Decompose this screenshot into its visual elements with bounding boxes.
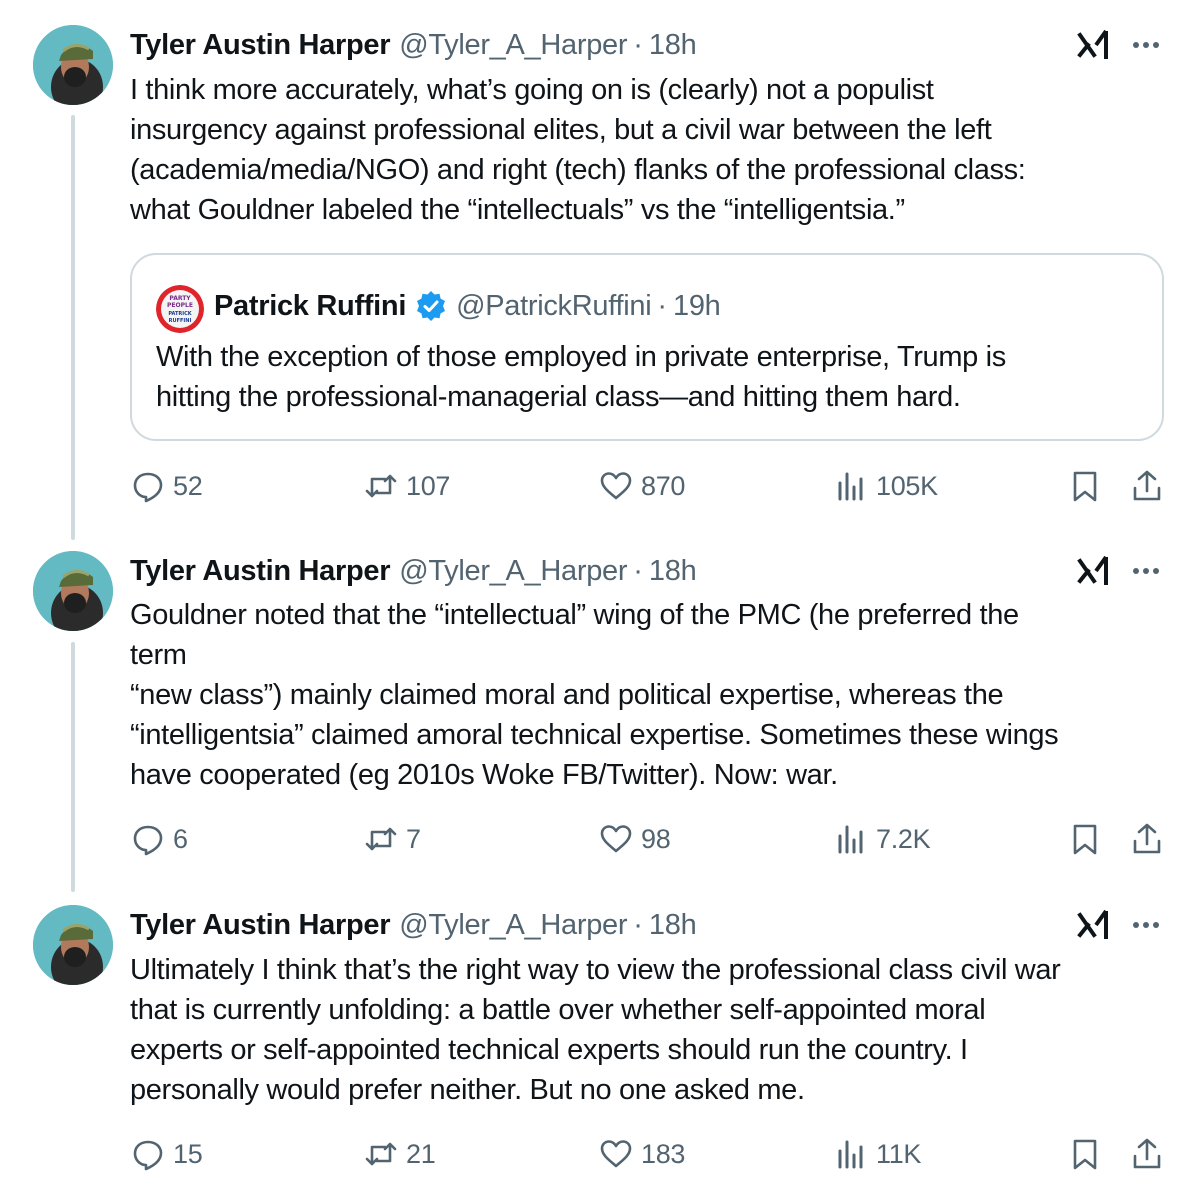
avatar-text-4: RUFFINI [169, 318, 192, 324]
author-name[interactable]: Tyler Austin Harper [130, 909, 391, 942]
avatar-image [33, 551, 113, 631]
repost-button[interactable]: 7 [364, 819, 421, 859]
views-icon [838, 472, 863, 501]
author-handle[interactable]: @Tyler_A_Harper [399, 555, 627, 588]
quote-tweet[interactable]: PARTY PEOPLE PATRICK RUFFINI Patrick Ruf… [130, 253, 1164, 441]
reply-button[interactable]: 52 [131, 466, 203, 506]
tweet-text: Ultimately I think that’s the right way … [130, 954, 1061, 1106]
share-icon[interactable] [1130, 469, 1164, 503]
like-button[interactable]: 870 [599, 466, 685, 506]
bookmark-icon[interactable] [1068, 1137, 1102, 1171]
avatar[interactable] [33, 551, 113, 631]
repost-count: 107 [406, 470, 451, 501]
tweet-header: Tyler Austin Harper @Tyler_A_Harper · 18… [130, 908, 697, 942]
avatar-text-2: PEOPLE [167, 302, 193, 309]
timestamp[interactable]: 18h [649, 29, 697, 62]
like-count: 98 [641, 823, 671, 854]
heart-icon [600, 825, 632, 853]
avatar-text-3: PATRICK [168, 311, 192, 317]
reply-button[interactable]: 6 [131, 819, 188, 859]
separator-dot: · [633, 28, 643, 61]
action-bar: 52 107 870 105K [0, 466, 1194, 506]
repost-count: 21 [406, 1138, 436, 1169]
views-icon [838, 825, 863, 854]
avatar-image [33, 25, 113, 105]
repost-icon [365, 474, 397, 498]
reply-button[interactable]: 15 [131, 1134, 203, 1174]
bookmark-icon[interactable] [1068, 469, 1102, 503]
tweet[interactable]: Tyler Austin Harper @Tyler_A_Harper · 18… [0, 0, 1194, 540]
share-icon[interactable] [1130, 1137, 1164, 1171]
views-button[interactable]: 11K [834, 1134, 921, 1174]
avatar[interactable] [33, 25, 113, 105]
like-count: 183 [641, 1138, 686, 1169]
grok-icon[interactable] [1076, 553, 1112, 589]
share-icon[interactable] [1130, 822, 1164, 856]
like-count: 870 [641, 470, 686, 501]
verified-badge-icon [417, 291, 446, 321]
author-handle[interactable]: @Tyler_A_Harper [399, 909, 627, 942]
repost-icon [365, 827, 397, 851]
repost-button[interactable]: 21 [364, 1134, 436, 1174]
quote-timestamp: 19h [673, 289, 721, 322]
quote-author-name: Patrick Ruffini [214, 289, 407, 322]
views-button[interactable]: 105K [834, 466, 938, 506]
views-count: 105K [876, 470, 938, 501]
timestamp[interactable]: 18h [649, 555, 697, 588]
repost-icon [365, 1142, 397, 1166]
bookmark-icon[interactable] [1068, 822, 1102, 856]
more-icon[interactable] [1126, 556, 1166, 586]
views-button[interactable]: 7.2K [834, 819, 931, 859]
like-button[interactable]: 183 [599, 1134, 685, 1174]
separator-dot: · [633, 554, 643, 587]
tweet[interactable]: Tyler Austin Harper @Tyler_A_Harper · 18… [0, 895, 1194, 1196]
tweet[interactable]: Tyler Austin Harper @Tyler_A_Harper · 18… [0, 540, 1194, 895]
reply-icon [133, 472, 163, 503]
reply-icon [133, 1140, 163, 1171]
like-button[interactable]: 98 [599, 819, 671, 859]
quote-header: Patrick Ruffini @PatrickRuffini · 19h [214, 286, 721, 326]
action-bar: 15 21 183 11K [0, 1134, 1194, 1174]
separator-dot: · [633, 908, 643, 941]
repost-button[interactable]: 107 [364, 466, 450, 506]
separator-dot: · [657, 289, 668, 322]
tweet-text: I think more accurately, what’s going on… [130, 74, 1026, 226]
reply-count: 6 [173, 823, 188, 854]
reply-count: 15 [173, 1138, 203, 1169]
author-name[interactable]: Tyler Austin Harper [130, 555, 391, 588]
quote-text: With the exception of those employed in … [156, 341, 1006, 413]
more-icon[interactable] [1126, 910, 1166, 940]
heart-icon [600, 472, 632, 500]
avatar[interactable] [33, 905, 113, 985]
grok-icon[interactable] [1076, 27, 1112, 63]
reply-count: 52 [173, 470, 203, 501]
timestamp[interactable]: 18h [649, 909, 697, 942]
quote-author-handle: @PatrickRuffini [456, 289, 652, 322]
action-bar: 6 7 98 7.2K [0, 819, 1194, 859]
views-count: 11K [876, 1138, 922, 1169]
grok-icon[interactable] [1076, 907, 1112, 943]
heart-icon [600, 1140, 632, 1168]
tweet-text: Gouldner noted that the “intellectual” w… [130, 599, 1059, 791]
quote-avatar: PARTY PEOPLE PATRICK RUFFINI [156, 285, 204, 333]
author-handle[interactable]: @Tyler_A_Harper [399, 29, 627, 62]
views-count: 7.2K [876, 823, 931, 854]
tweet-header: Tyler Austin Harper @Tyler_A_Harper · 18… [130, 554, 697, 588]
avatar-image [33, 905, 113, 985]
reply-icon [133, 825, 163, 856]
avatar-text-1: PARTY [169, 295, 191, 302]
views-icon [838, 1140, 863, 1169]
more-icon[interactable] [1126, 30, 1166, 60]
repost-count: 7 [406, 823, 421, 854]
tweet-header: Tyler Austin Harper @Tyler_A_Harper · 18… [130, 28, 697, 62]
author-name[interactable]: Tyler Austin Harper [130, 29, 391, 62]
